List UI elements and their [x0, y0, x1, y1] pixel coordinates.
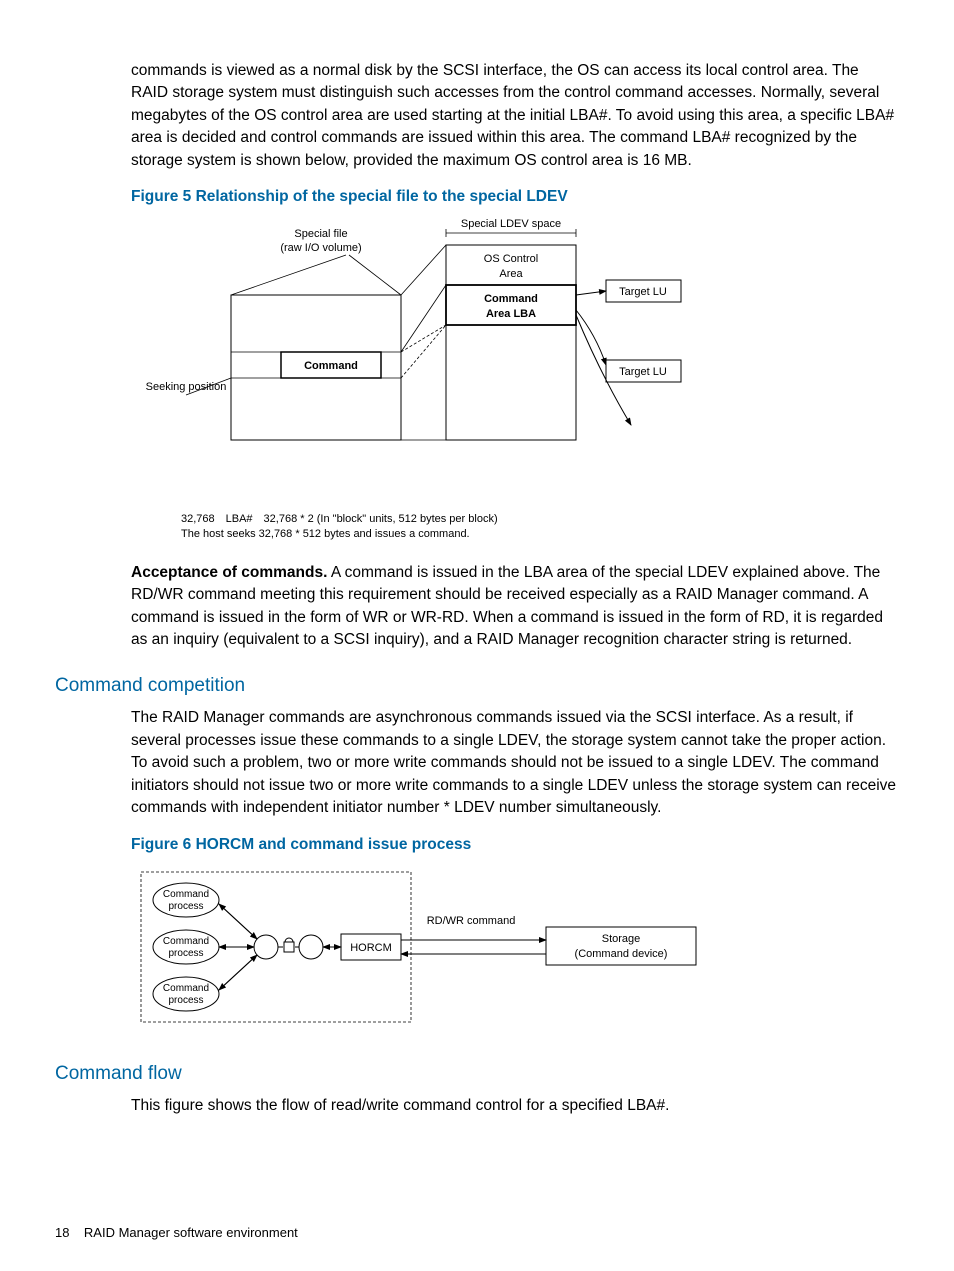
- label-cmdproc-2b: process: [168, 948, 203, 959]
- paragraph-intro: commands is viewed as a normal disk by t…: [131, 60, 899, 172]
- page-footer: 18 RAID Manager software environment: [55, 1224, 298, 1243]
- label-cmdproc-1a: Command: [163, 889, 209, 900]
- figure-6: Command process Command process Command …: [131, 862, 899, 1039]
- label-cmdproc-3b: process: [168, 995, 203, 1006]
- label-cmdproc-3a: Command: [163, 983, 209, 994]
- label-special-ldev: Special LDEV space: [461, 218, 561, 230]
- lead-acceptance: Acceptance of commands.: [131, 564, 327, 581]
- label-cmdproc-2a: Command: [163, 936, 209, 947]
- page-number: 18: [55, 1225, 69, 1240]
- label-target-lu-2: Target LU: [619, 366, 667, 378]
- label-storage: Storage: [602, 933, 641, 945]
- chapter-title: RAID Manager software environment: [84, 1225, 298, 1240]
- heading-command-competition: Command competition: [55, 672, 899, 700]
- label-command-area: Command: [484, 293, 538, 305]
- label-area-lba: Area LBA: [486, 308, 536, 320]
- label-target-lu-1: Target LU: [619, 286, 667, 298]
- label-rdwr: RD/WR command: [427, 915, 516, 927]
- label-special-file: Special file: [294, 228, 347, 240]
- label-raw-io: (raw I/O volume): [280, 242, 361, 254]
- figure-5-title: Figure 5 Relationship of the special fil…: [131, 186, 899, 208]
- paragraph-flow: This figure shows the flow of read/write…: [131, 1095, 899, 1117]
- heading-command-flow: Command flow: [55, 1060, 899, 1088]
- label-seeking: Seeking position: [146, 381, 227, 393]
- label-area: Area: [499, 268, 523, 280]
- paragraph-competition: The RAID Manager commands are asynchrono…: [131, 707, 899, 819]
- figure-6-title: Figure 6 HORCM and command issue process: [131, 834, 899, 856]
- label-os-control: OS Control: [484, 253, 538, 265]
- figure-5: Special LDEV space OS Control Area Comma…: [131, 215, 899, 542]
- label-command: Command: [304, 360, 358, 372]
- label-cmd-device: (Command device): [575, 948, 668, 960]
- paragraph-acceptance: Acceptance of commands. A command is iss…: [131, 562, 899, 652]
- figure-5-caption: 32,768 LBA# 32,768 * 2 (In "block" units…: [181, 512, 899, 542]
- label-horcm: HORCM: [350, 942, 392, 954]
- label-cmdproc-1b: process: [168, 901, 203, 912]
